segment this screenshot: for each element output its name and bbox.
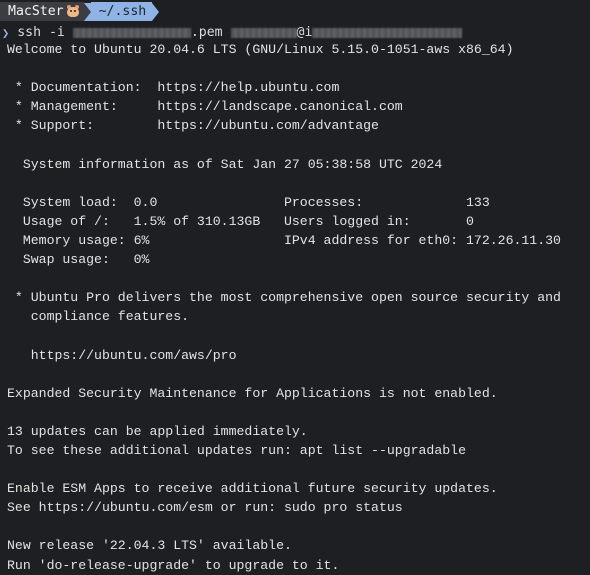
output-line: * Management: https://landscape.canonica… [7,99,403,115]
prompt-end-arrow [152,2,160,21]
output-line: 13 updates can be applied immediately. [7,423,308,439]
output-line: Memory usage: 6% IPv4 address for eth0: … [7,232,561,248]
redacted-key-name [72,27,191,38]
output-line: Enable ESM Apps to receive additional fu… [7,481,498,497]
output-line: * Ubuntu Pro delivers the most comprehen… [7,290,561,306]
output-line: * Support: https://ubuntu.com/advantage [7,118,379,134]
redacted-username [230,27,297,38]
prompt-separator-arrow [83,2,91,21]
output-line: To see these additional updates run: apt… [7,442,466,458]
output-line: https://ubuntu.com/aws/pro [7,347,237,363]
output-line: System information as of Sat Jan 27 05:3… [7,156,443,172]
redacted-hostname [312,27,463,38]
output-line: Swap usage: 0% [7,252,150,268]
prompt-cwd-segment: ~/.ssh [90,2,153,21]
prompt-host-name: MacSter [8,4,64,19]
hamster-icon [66,5,80,18]
output-line: * Documentation: https://help.ubuntu.com [7,80,340,96]
shell-prompt: MacSter ~/.ssh [0,2,160,21]
output-line: Run 'do-release-upgrade' to upgrade to i… [7,557,340,573]
output-line: System load: 0.0 Processes: 133 [7,194,490,210]
prompt-host-segment: MacSter [0,2,84,21]
output-line: See https://ubuntu.com/esm or run: sudo … [7,500,403,516]
prompt-caret-icon: ❯ [2,25,10,40]
terminal-window[interactable]: MacSter ~/.ssh ❯ ssh -i .pem @i Welcome … [0,0,590,573]
prompt-cwd: ~/.ssh [98,4,147,19]
output-line: Usage of /: 1.5% of 310.13GB Users logge… [7,213,474,229]
output-line: New release '22.04.3 LTS' available. [7,538,292,554]
command-text-key-suffix: .pem [190,25,231,40]
terminal-output: Welcome to Ubuntu 20.04.6 LTS (GNU/Linux… [7,40,561,575]
output-line: Welcome to Ubuntu 20.04.6 LTS (GNU/Linux… [7,42,514,57]
command-text-start: ssh -i [17,25,73,40]
command-text-at: @i [296,25,313,40]
output-line: compliance features. [7,309,190,325]
output-line: Expanded Security Maintenance for Applic… [7,385,498,401]
